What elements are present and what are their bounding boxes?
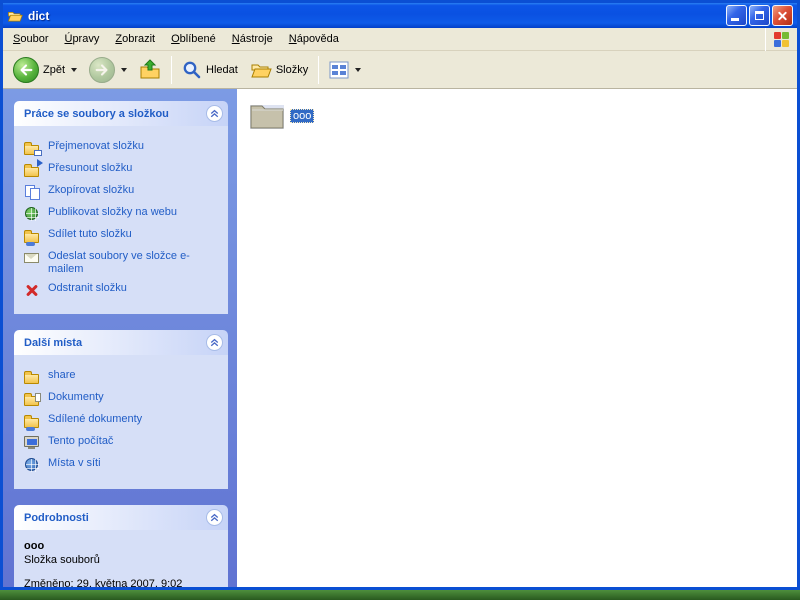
places-panel-header[interactable]: Další místa	[14, 330, 228, 355]
up-folder-icon	[139, 59, 161, 81]
large-folder-icon	[249, 101, 285, 131]
toolbar-separator-2	[318, 56, 319, 84]
windows-logo-icon	[774, 32, 789, 47]
tasks-panel-header[interactable]: Práce se soubory a složkou	[14, 101, 228, 126]
copy-folder-icon	[24, 184, 41, 200]
folder-item-ooo[interactable]: ooo	[249, 101, 314, 131]
task-rename-folder[interactable]: Přejmenovat složku	[24, 140, 222, 156]
window-title: dict	[28, 9, 724, 23]
move-folder-icon	[24, 162, 41, 178]
collapse-chevron-icon[interactable]	[206, 509, 223, 526]
task-move-folder[interactable]: Přesunout složku	[24, 162, 222, 178]
details-panel: Podrobnosti ooo Složka souborů Změněno: …	[14, 505, 228, 587]
views-dropdown-icon	[355, 68, 361, 72]
search-icon	[182, 60, 202, 80]
folders-label: Složky	[276, 64, 308, 76]
search-button[interactable]: Hledat	[176, 56, 244, 84]
back-icon	[13, 57, 39, 83]
publish-web-icon	[24, 206, 41, 222]
close-button[interactable]	[772, 5, 793, 26]
desktop-background	[0, 590, 800, 600]
tasks-panel-title: Práce se soubory a složkou	[24, 108, 169, 120]
titlebar[interactable]: dict	[3, 3, 797, 28]
folder-icon	[24, 369, 41, 385]
folders-button[interactable]: Složky	[244, 56, 314, 84]
details-panel-header[interactable]: Podrobnosti	[14, 505, 228, 530]
place-shared-documents[interactable]: Sdílené dokumenty	[24, 413, 222, 429]
task-copy-folder[interactable]: Zkopírovat složku	[24, 184, 222, 200]
back-button[interactable]: Zpět	[7, 53, 83, 87]
email-icon	[24, 250, 41, 266]
task-publish-folder[interactable]: Publikovat složky na webu	[24, 206, 222, 222]
details-folder-type: Složka souborů	[24, 554, 222, 566]
up-button[interactable]	[133, 55, 167, 85]
task-delete-folder[interactable]: Odstranit složku	[24, 282, 222, 298]
collapse-chevron-icon[interactable]	[206, 105, 223, 122]
task-pane: Práce se soubory a složkou Přejmenovat s…	[3, 89, 237, 587]
details-panel-title: Podrobnosti	[24, 512, 89, 524]
minimize-icon	[731, 18, 739, 21]
menu-view[interactable]: Zobrazit	[107, 30, 163, 48]
network-places-icon	[24, 457, 41, 473]
menu-bar: Soubor Úpravy Zobrazit Oblíbené Nástroje…	[3, 28, 797, 51]
task-email-files[interactable]: Odeslat soubory ve složce e-mailem	[24, 250, 222, 276]
places-panel-body: share Dokumenty Sdílené dokumenty Tento …	[14, 355, 228, 489]
rename-folder-icon	[24, 140, 41, 156]
back-dropdown-icon	[71, 68, 77, 72]
tasks-panel-body: Přejmenovat složku Přesunout složku Zkop…	[14, 126, 228, 314]
forward-button[interactable]	[83, 53, 133, 87]
menu-favorites[interactable]: Oblíbené	[163, 30, 224, 48]
share-folder-icon	[24, 228, 41, 244]
task-share-folder[interactable]: Sdílet tuto složku	[24, 228, 222, 244]
folders-icon	[250, 60, 272, 80]
file-folder-tasks-panel: Práce se soubory a složkou Přejmenovat s…	[14, 101, 228, 314]
explorer-window: dict Soubor Úpravy Zobrazit Oblíbené Nás…	[0, 0, 800, 590]
menu-help[interactable]: Nápověda	[281, 30, 347, 48]
details-panel-body: ooo Složka souborů Změněno: 29. května 2…	[14, 530, 228, 587]
place-documents[interactable]: Dokumenty	[24, 391, 222, 407]
menu-edit[interactable]: Úpravy	[56, 30, 107, 48]
maximize-button[interactable]	[749, 5, 770, 26]
menu-tools[interactable]: Nástroje	[224, 30, 281, 48]
collapse-chevron-icon[interactable]	[206, 334, 223, 351]
place-share[interactable]: share	[24, 369, 222, 385]
documents-folder-icon	[24, 391, 41, 407]
window-folder-icon	[7, 8, 23, 24]
views-button[interactable]	[323, 57, 367, 83]
details-modified: Změněno: 29. května 2007, 9:02	[24, 578, 222, 587]
forward-icon	[89, 57, 115, 83]
search-label: Hledat	[206, 64, 238, 76]
menu-file[interactable]: Soubor	[5, 30, 56, 48]
place-my-computer[interactable]: Tento počítač	[24, 435, 222, 451]
shared-documents-icon	[24, 413, 41, 429]
back-label: Zpět	[43, 64, 65, 76]
minimize-button[interactable]	[726, 5, 747, 26]
folder-item-label: ooo	[290, 109, 314, 123]
toolbar: Zpět Hledat	[3, 51, 797, 89]
delete-icon	[24, 282, 41, 298]
forward-dropdown-icon	[121, 68, 127, 72]
file-list-area[interactable]: ooo	[237, 89, 797, 587]
place-network[interactable]: Místa v síti	[24, 457, 222, 473]
other-places-panel: Další místa share Dokumenty	[14, 330, 228, 489]
window-content: Práce se soubory a složkou Přejmenovat s…	[3, 89, 797, 587]
close-icon	[777, 10, 788, 21]
computer-icon	[24, 435, 41, 451]
details-folder-name: ooo	[24, 540, 222, 552]
menu-separator	[765, 28, 766, 51]
places-panel-title: Další místa	[24, 337, 82, 349]
toolbar-separator	[171, 56, 172, 84]
views-icon	[329, 61, 349, 79]
maximize-icon	[755, 11, 764, 20]
